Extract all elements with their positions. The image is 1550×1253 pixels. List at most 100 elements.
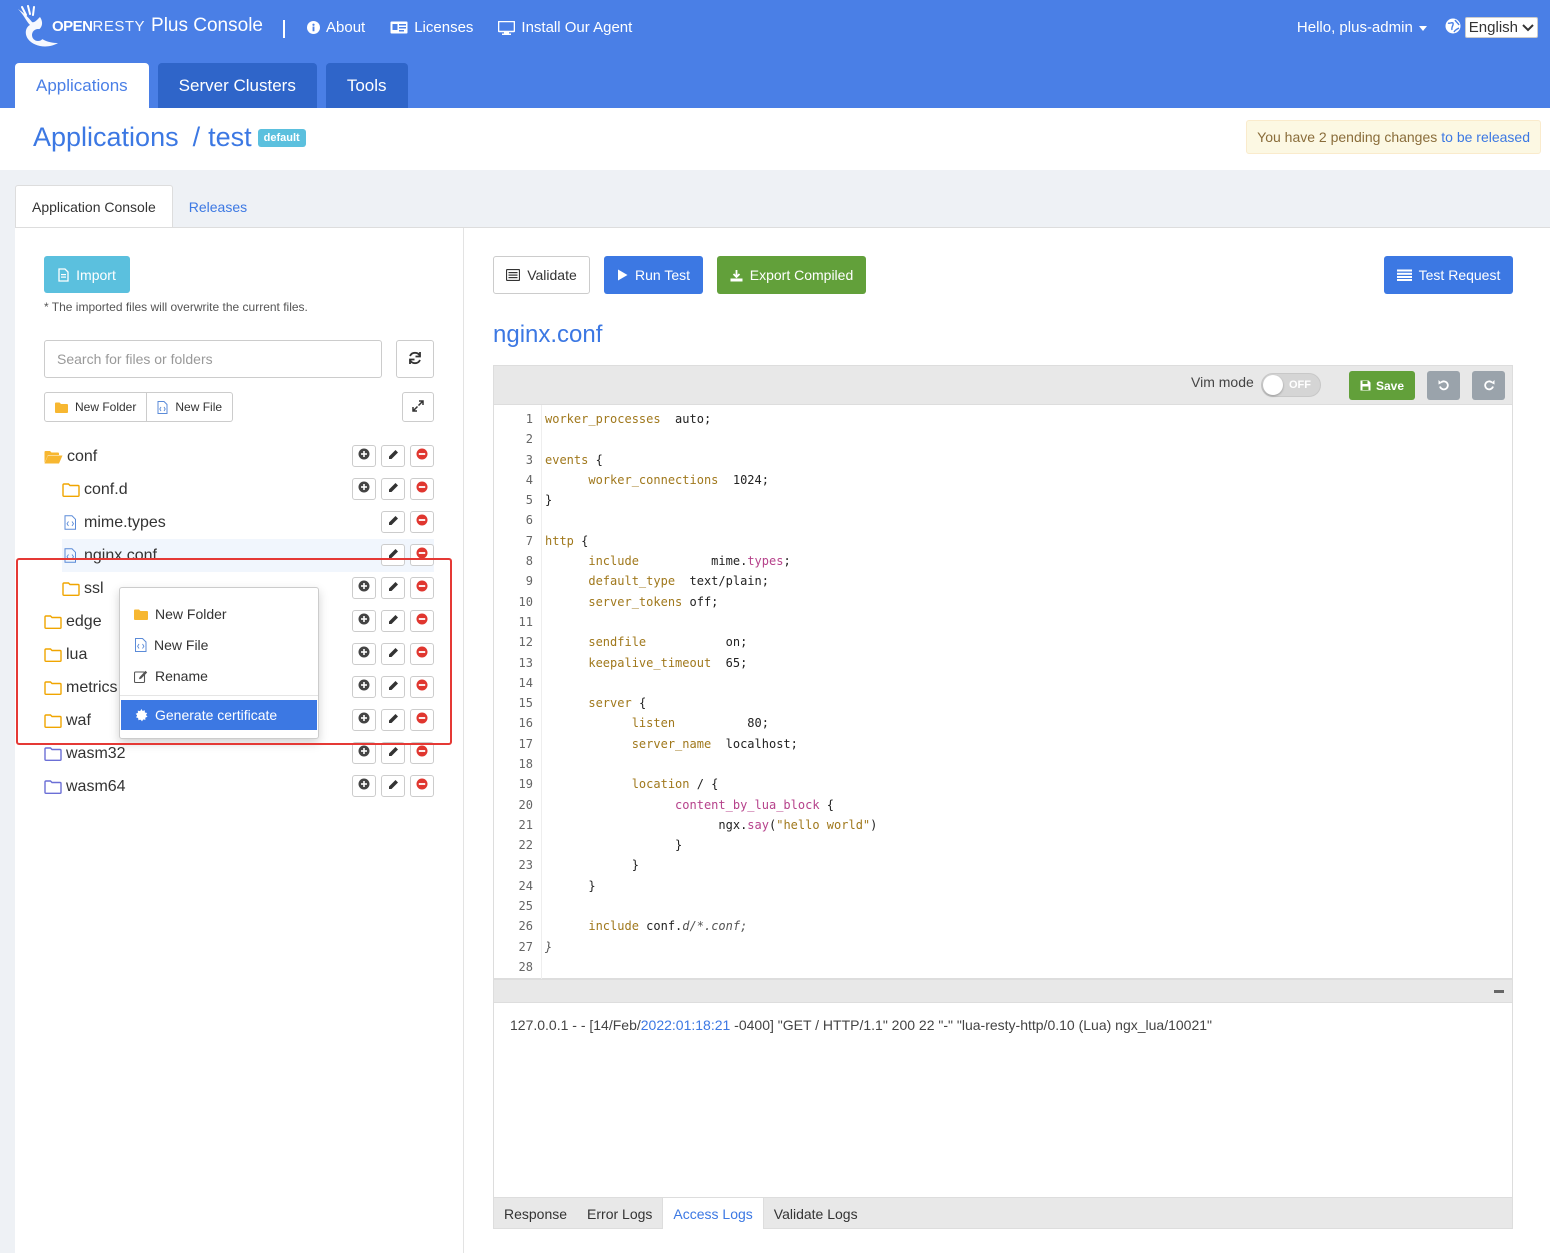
- tree-item-folder[interactable]: conf.d: [15, 473, 449, 506]
- folder-icon: [134, 609, 148, 620]
- plus-circle-icon: [358, 579, 370, 597]
- file-search-input[interactable]: [44, 340, 382, 378]
- new-file-button[interactable]: New File: [147, 392, 234, 422]
- add-item-button[interactable]: [352, 610, 376, 632]
- delete-item-button[interactable]: [410, 511, 434, 533]
- tree-item-folder[interactable]: wasm64: [15, 770, 449, 803]
- file-code-icon: [157, 400, 168, 414]
- edit-item-button[interactable]: [381, 676, 405, 698]
- brand[interactable]: OPEN RESTY Plus Console: [14, 4, 263, 48]
- edit-item-button[interactable]: [381, 742, 405, 764]
- minus-circle-icon: [416, 480, 428, 498]
- minus-circle-icon: [416, 645, 428, 663]
- tab-access-logs[interactable]: Access Logs: [662, 1198, 764, 1229]
- code-line: 18: [518, 757, 533, 771]
- tree-item-name: wasm64: [66, 777, 126, 795]
- delete-item-button[interactable]: [410, 577, 434, 599]
- minus-circle-icon: [416, 777, 428, 795]
- redo-icon: [1483, 378, 1495, 394]
- edit-item-button[interactable]: [381, 775, 405, 797]
- context-new-folder[interactable]: New Folder: [120, 599, 318, 629]
- delete-item-button[interactable]: [410, 709, 434, 731]
- tree-item-name: mime.types: [84, 513, 166, 531]
- to-be-released-link[interactable]: to be released: [1441, 129, 1530, 145]
- undo-button[interactable]: [1427, 371, 1460, 400]
- new-item-buttons: New Folder New File: [44, 392, 234, 422]
- delete-item-button[interactable]: [410, 676, 434, 698]
- new-folder-button[interactable]: New Folder: [44, 392, 148, 422]
- code-editor[interactable]: 1 worker_processes auto; 2 3 events { 4 wo…: [493, 405, 1513, 979]
- tree-item-file-selected[interactable]: nginx.conf: [15, 539, 449, 572]
- nav-link-about[interactable]: About: [307, 19, 365, 36]
- edit-item-button[interactable]: [381, 478, 405, 500]
- import-button[interactable]: Import: [44, 256, 130, 293]
- user-menu[interactable]: Hello, plus-admin: [1297, 19, 1427, 36]
- tab-tools[interactable]: Tools: [325, 63, 408, 108]
- context-generate-certificate[interactable]: Generate certificate: [121, 700, 317, 730]
- add-item-button[interactable]: [352, 709, 376, 731]
- edit-item-button[interactable]: [381, 610, 405, 632]
- delete-item-button[interactable]: [410, 544, 434, 566]
- add-item-button[interactable]: [352, 742, 376, 764]
- delete-item-button[interactable]: [410, 775, 434, 797]
- context-item-label: New Folder: [155, 606, 227, 622]
- breadcrumb-applications[interactable]: Applications: [33, 122, 179, 153]
- edit-item-button[interactable]: [381, 445, 405, 467]
- row-actions: [352, 610, 434, 632]
- vim-mode-toggle[interactable]: OFF: [1261, 373, 1321, 397]
- run-test-button[interactable]: Run Test: [604, 256, 703, 294]
- code-line: 2: [525, 432, 533, 446]
- add-item-button[interactable]: [352, 577, 376, 599]
- save-button[interactable]: Save: [1349, 371, 1415, 400]
- tree-item-name: ssl: [84, 579, 104, 597]
- edit-item-button[interactable]: [381, 544, 405, 566]
- redo-button[interactable]: [1472, 371, 1505, 400]
- pencil-icon: [388, 480, 399, 498]
- breadcrumb-separator: /: [192, 122, 201, 152]
- tab-releases[interactable]: Releases: [173, 185, 263, 228]
- edit-item-button[interactable]: [381, 511, 405, 533]
- tab-server-clusters[interactable]: Server Clusters: [157, 63, 317, 108]
- code-line: 13 keepalive_timeout 65;: [518, 656, 748, 670]
- delete-item-button[interactable]: [410, 445, 434, 467]
- tab-response[interactable]: Response: [494, 1198, 577, 1229]
- tab-applications[interactable]: Applications: [15, 63, 149, 108]
- tab-error-logs[interactable]: Error Logs: [577, 1198, 662, 1229]
- delete-item-button[interactable]: [410, 742, 434, 764]
- tree-item-folder[interactable]: conf: [15, 440, 449, 473]
- language-select[interactable]: English: [1464, 17, 1538, 38]
- export-label: Export Compiled: [749, 267, 854, 283]
- chevron-down-icon: [1518, 19, 1534, 36]
- edit-item-button[interactable]: [381, 709, 405, 731]
- add-item-button[interactable]: [352, 775, 376, 797]
- main-tabs: Applications Server Clusters Tools: [15, 63, 417, 108]
- edit-item-button[interactable]: [381, 643, 405, 665]
- tab-validate-logs[interactable]: Validate Logs: [764, 1198, 868, 1229]
- floppy-disk-icon: [1360, 380, 1371, 391]
- tree-item-folder[interactable]: wasm32: [15, 737, 449, 770]
- nav-link-install-agent[interactable]: Install Our Agent: [498, 19, 632, 36]
- export-compiled-button[interactable]: Export Compiled: [717, 256, 866, 294]
- tree-item-file[interactable]: mime.types: [15, 506, 449, 539]
- context-new-file[interactable]: New File: [120, 630, 318, 660]
- edit-item-button[interactable]: [381, 577, 405, 599]
- add-item-button[interactable]: [352, 478, 376, 500]
- nav-link-licenses[interactable]: Licenses: [390, 19, 473, 36]
- log-line-start: 127.0.0.1 - - [14/Feb/: [510, 1017, 641, 1033]
- add-item-button[interactable]: [352, 643, 376, 665]
- tab-application-console[interactable]: Application Console: [15, 185, 173, 228]
- add-item-button[interactable]: [352, 676, 376, 698]
- validate-button[interactable]: Validate: [493, 256, 590, 294]
- delete-item-button[interactable]: [410, 478, 434, 500]
- expand-button[interactable]: [402, 392, 434, 422]
- context-rename[interactable]: Rename: [120, 661, 318, 691]
- add-item-button[interactable]: [352, 445, 376, 467]
- tree-item-label-wrap: conf: [44, 448, 97, 466]
- code-line: 25: [518, 899, 533, 913]
- delete-item-button[interactable]: [410, 643, 434, 665]
- test-request-button[interactable]: Test Request: [1384, 256, 1513, 294]
- refresh-button[interactable]: [396, 340, 434, 378]
- delete-item-button[interactable]: [410, 610, 434, 632]
- minimize-icon[interactable]: [1494, 990, 1504, 993]
- pencil-icon: [388, 678, 399, 696]
